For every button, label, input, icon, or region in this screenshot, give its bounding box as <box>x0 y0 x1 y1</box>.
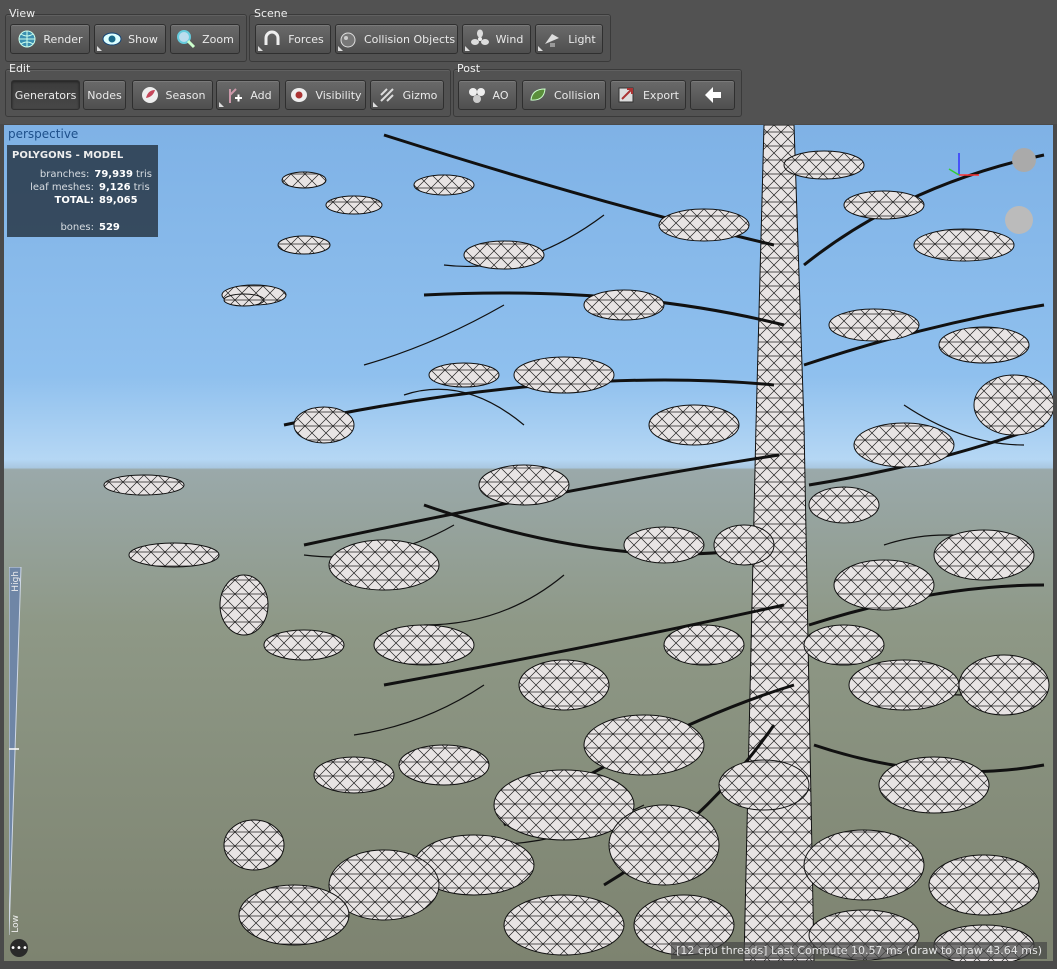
collision-leaf-icon <box>528 85 548 105</box>
lod-slider[interactable]: High Low <box>8 566 23 936</box>
show-button-label: Show <box>128 32 158 46</box>
leaf-meshes-unit: tris <box>133 182 150 193</box>
eye-icon <box>102 29 122 49</box>
scene-group-label: Scene <box>254 7 288 20</box>
gizmo-button-label: Gizmo <box>402 88 438 102</box>
3d-viewport[interactable]: perspective POLYGONS - MODEL branches: 7… <box>4 125 1053 961</box>
season-button[interactable]: Season <box>132 80 213 110</box>
branches-unit: tris <box>135 169 152 180</box>
add-button-label: Add <box>250 88 272 102</box>
polygon-stats-panel: POLYGONS - MODEL branches: 79,939 tris l… <box>7 145 158 237</box>
leaf-meshes-label: leaf meshes: <box>30 182 94 193</box>
stats-total-row: TOTAL: 89,065 <box>12 195 152 206</box>
collision-button-label: Collision <box>553 88 601 102</box>
arrow-left-icon <box>703 85 723 105</box>
status-bar: [12 cpu threads] Last Compute 10.57 ms (… <box>671 942 1047 959</box>
back-button[interactable] <box>690 80 735 110</box>
edit-group-label: Edit <box>9 62 31 75</box>
gizmo-icon <box>377 85 397 105</box>
nodes-button[interactable]: Nodes <box>83 80 126 110</box>
export-icon <box>617 85 637 105</box>
visibility-button-label: Visibility <box>315 88 362 102</box>
forces-button[interactable]: Forces <box>255 24 331 54</box>
generators-button[interactable]: Generators <box>11 80 80 110</box>
wind-button[interactable]: Wind <box>462 24 531 54</box>
magnet-icon <box>262 29 282 49</box>
viewport-label: perspective <box>8 127 79 141</box>
view-group-label: View <box>9 7 36 20</box>
viewport-menu-button[interactable]: ••• <box>10 939 28 957</box>
post-group-label: Post <box>457 62 481 75</box>
stats-bones-row: bones: 529 <box>12 222 152 233</box>
zoom-button[interactable]: Zoom <box>170 24 240 54</box>
ao-button[interactable]: AO <box>458 80 517 110</box>
leaf-meshes-value: 9,126 <box>99 182 131 193</box>
globe-icon <box>17 29 37 49</box>
ao-spheres-icon <box>467 85 487 105</box>
ao-button-label: AO <box>492 88 509 102</box>
axis-gizmo <box>948 148 1036 234</box>
collision-objects-button[interactable]: Collision Objects <box>335 24 458 54</box>
add-button[interactable]: Add <box>216 80 280 110</box>
season-leaf-icon <box>140 85 160 105</box>
light-button-label: Light <box>568 32 596 46</box>
bones-label: bones: <box>60 222 94 233</box>
add-branch-icon <box>224 85 244 105</box>
render-button[interactable]: Render <box>10 24 90 54</box>
gizmo-button[interactable]: Gizmo <box>370 80 444 110</box>
render-button-label: Render <box>43 32 83 46</box>
total-label: TOTAL: <box>54 195 94 206</box>
branches-value: 79,939 <box>94 169 133 180</box>
visibility-button[interactable]: Visibility <box>285 80 366 110</box>
generators-button-label: Generators <box>14 88 77 102</box>
collision-sphere-icon <box>338 29 358 49</box>
collision-objects-button-label: Collision Objects <box>363 32 456 46</box>
stats-title: POLYGONS - MODEL <box>12 150 124 161</box>
stats-branches-row: branches: 79,939 tris <box>12 169 152 180</box>
light-button[interactable]: Light <box>535 24 603 54</box>
branches-label: branches: <box>39 169 90 180</box>
forces-button-label: Forces <box>288 32 324 46</box>
magnifier-icon <box>176 29 196 49</box>
show-button[interactable]: Show <box>94 24 166 54</box>
export-button[interactable]: Export <box>610 80 686 110</box>
bones-value: 529 <box>99 222 120 233</box>
nodes-button-label: Nodes <box>87 88 122 102</box>
toolbar: View Render Show Zoom Scene Forces Colli… <box>0 0 1057 124</box>
zoom-button-label: Zoom <box>202 32 234 46</box>
lod-high-label: High <box>11 571 21 592</box>
stats-leaf-row: leaf meshes: 9,126 tris <box>12 182 152 193</box>
export-button-label: Export <box>642 88 679 102</box>
lod-low-label: Low <box>11 915 21 933</box>
visibility-eye-icon <box>289 85 309 105</box>
fan-icon <box>470 29 490 49</box>
total-value: 89,065 <box>99 195 138 206</box>
tree-wireframe <box>103 125 1053 961</box>
season-button-label: Season <box>165 88 206 102</box>
wind-button-label: Wind <box>495 32 524 46</box>
spotlight-icon <box>542 29 562 49</box>
collision-button[interactable]: Collision <box>522 80 606 110</box>
